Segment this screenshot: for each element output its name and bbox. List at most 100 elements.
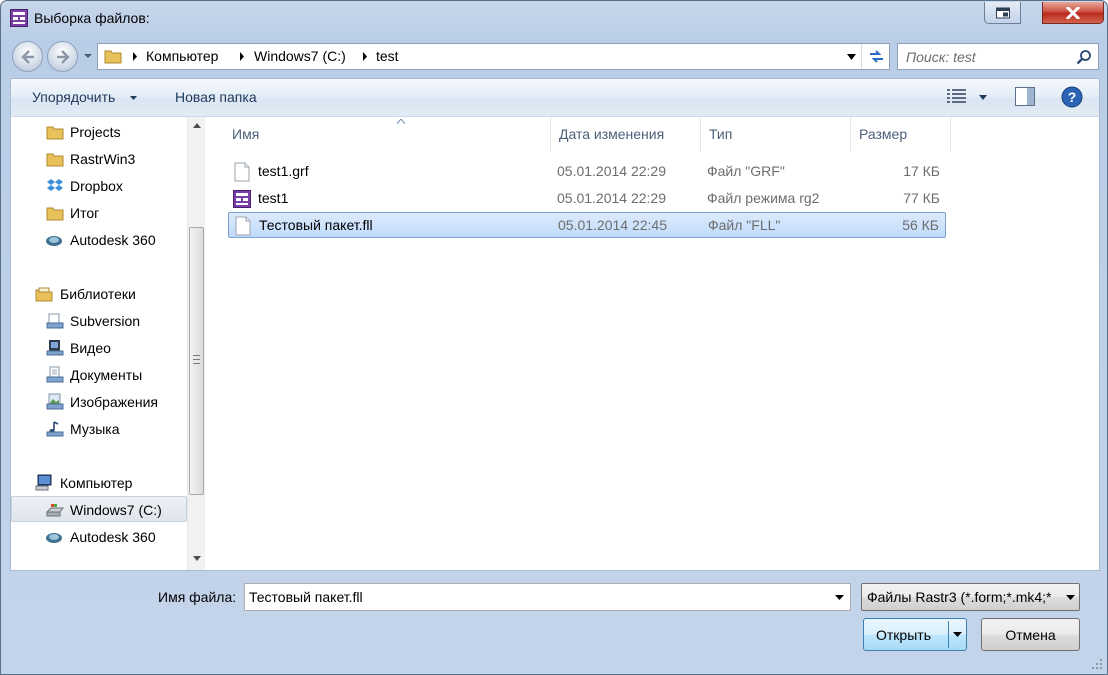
nav-item-label: Видео <box>70 340 111 356</box>
open-options-caret-icon[interactable] <box>953 632 962 637</box>
nav-item-rastrwin3[interactable]: RastrWin3 <box>11 146 187 172</box>
open-button[interactable]: Открыть <box>863 618 967 651</box>
nav-item-label: Изображения <box>70 394 158 410</box>
close-button[interactable] <box>1042 2 1104 24</box>
breadcrumb-arrow-icon[interactable] <box>239 52 245 61</box>
column-header-label: Имя <box>232 126 260 142</box>
breadcrumb-drive[interactable]: Windows7 (C:) <box>254 48 346 64</box>
nav-item-windows7-drive[interactable]: Windows7 (C:) <box>11 496 187 522</box>
nav-item-pictures[interactable]: Изображения <box>11 389 187 415</box>
cloud-drive-icon <box>46 533 62 543</box>
column-header-date[interactable]: Дата изменения <box>551 117 701 151</box>
column-header-name[interactable]: Имя <box>224 117 551 151</box>
nav-item-autodesk-360[interactable]: Autodesk 360 <box>11 227 187 253</box>
back-button[interactable] <box>12 41 43 72</box>
cloud-drive-icon <box>46 236 62 246</box>
nav-item-label: Windows7 (C:) <box>70 502 162 518</box>
column-header-label: Размер <box>859 126 908 142</box>
filename-value[interactable]: Тестовый пакет.fll <box>249 589 363 605</box>
nav-item-label: RastrWin3 <box>70 151 136 167</box>
chevron-down-icon[interactable] <box>1066 595 1075 600</box>
nav-item-computer[interactable]: Компьютер <box>11 470 187 496</box>
column-header-label: Дата изменения <box>559 126 665 142</box>
address-bar[interactable]: Компьютер Windows7 (C:) test <box>97 43 890 70</box>
nav-item-autodesk-360-2[interactable]: Autodesk 360 <box>11 524 187 550</box>
nav-item-libraries[interactable]: Библиотеки <box>11 281 187 307</box>
nav-scrollbar[interactable] <box>187 117 205 570</box>
file-size: 77 КБ <box>903 190 940 206</box>
nav-item-itog[interactable]: Итог <box>11 200 187 226</box>
file-row-selected[interactable]: Тестовый пакет.fll 05.01.2014 22:45 Файл… <box>228 212 946 238</box>
cancel-button[interactable]: Отмена <box>981 618 1080 651</box>
window-title: Выборка файлов: <box>34 10 150 26</box>
scroll-up-arrow-icon[interactable] <box>193 123 201 128</box>
restore-icon <box>995 7 1010 18</box>
title-bar[interactable]: Выборка файлов: <box>1 1 1107 37</box>
file-row[interactable]: test1.grf 05.01.2014 22:29 Файл "GRF" 17… <box>228 159 946 185</box>
file-list[interactable]: Имя Дата изменения Тип Размер test1.grf … <box>208 117 1099 570</box>
restore-button[interactable] <box>984 2 1021 24</box>
split-divider <box>948 621 949 648</box>
file-type: Файл режима rg2 <box>707 190 820 206</box>
nav-item-projects[interactable]: Projects <box>11 119 187 145</box>
nav-item-dropbox[interactable]: Dropbox <box>11 173 187 199</box>
search-box[interactable] <box>897 43 1099 70</box>
nav-item-music[interactable]: Музыка <box>11 416 187 442</box>
nav-item-video[interactable]: Видео <box>11 335 187 361</box>
close-icon <box>1066 6 1080 19</box>
breadcrumb-folder[interactable]: test <box>376 48 399 64</box>
main-area: Projects RastrWin3 Dropbox Итог Autodesk… <box>10 116 1100 571</box>
refresh-button[interactable] <box>861 44 890 69</box>
generic-file-icon <box>234 162 250 182</box>
nav-item-label: Музыка <box>70 421 120 437</box>
file-name: test1 <box>258 190 289 206</box>
dropbox-icon <box>47 179 63 191</box>
file-date: 05.01.2014 22:29 <box>557 190 666 206</box>
chevron-down-icon[interactable] <box>835 595 844 600</box>
music-library-icon <box>46 421 64 437</box>
folder-icon <box>46 126 64 140</box>
nav-item-label: Библиотеки <box>60 286 136 302</box>
organize-menu[interactable]: Упорядочить <box>32 89 115 105</box>
column-header-type[interactable]: Тип <box>701 117 851 151</box>
filename-label: Имя файла: <box>158 589 237 605</box>
view-options-caret-icon[interactable] <box>979 95 987 100</box>
file-type: Файл "GRF" <box>707 163 785 179</box>
chevron-down-icon[interactable] <box>130 96 137 100</box>
new-folder-button[interactable]: Новая папка <box>175 89 257 105</box>
file-name: test1.grf <box>258 163 309 179</box>
refresh-icon <box>870 50 883 63</box>
search-icon[interactable] <box>1076 49 1092 65</box>
forward-button[interactable] <box>47 41 78 72</box>
nav-item-label: Autodesk 360 <box>70 232 156 248</box>
file-row[interactable]: test1 05.01.2014 22:29 Файл режима rg2 7… <box>228 186 946 212</box>
address-history-caret-icon[interactable] <box>847 54 856 60</box>
arrow-left-icon <box>21 50 34 64</box>
view-details-icon[interactable] <box>947 88 967 104</box>
breadcrumb-computer[interactable]: Компьютер <box>146 48 218 64</box>
nav-item-documents[interactable]: Документы <box>11 362 187 388</box>
file-dialog-window: Выборка файлов: Компьютер Windows7 (C:) … <box>0 0 1108 675</box>
documents-library-icon <box>46 366 64 383</box>
recent-locations-caret-icon[interactable] <box>83 52 93 60</box>
help-icon[interactable]: ? <box>1061 86 1083 108</box>
column-header-size[interactable]: Размер <box>851 117 951 151</box>
nav-item-subversion[interactable]: Subversion <box>11 308 187 334</box>
resize-grip-icon[interactable] <box>1091 658 1103 670</box>
grip-icon <box>193 355 200 364</box>
scrollbar-thumb[interactable] <box>189 227 204 495</box>
file-type-filter-select[interactable]: Файлы Rastr3 (*.form;*.mk4;* <box>861 583 1080 611</box>
breadcrumb-arrow-icon[interactable] <box>132 52 138 61</box>
scroll-down-arrow-icon[interactable] <box>193 556 201 561</box>
search-input[interactable] <box>906 48 1066 66</box>
filename-field[interactable]: Тестовый пакет.fll <box>244 583 851 611</box>
nav-item-label: Projects <box>70 124 121 140</box>
open-button-label: Открыть <box>876 627 931 643</box>
computer-icon <box>35 474 52 491</box>
pictures-library-icon <box>46 393 64 410</box>
folder-icon <box>46 153 64 167</box>
file-date: 05.01.2014 22:45 <box>558 217 667 233</box>
breadcrumb-arrow-icon[interactable] <box>362 52 368 61</box>
preview-pane-icon[interactable] <box>1015 87 1035 106</box>
navigation-pane[interactable]: Projects RastrWin3 Dropbox Итог Autodesk… <box>11 117 187 570</box>
